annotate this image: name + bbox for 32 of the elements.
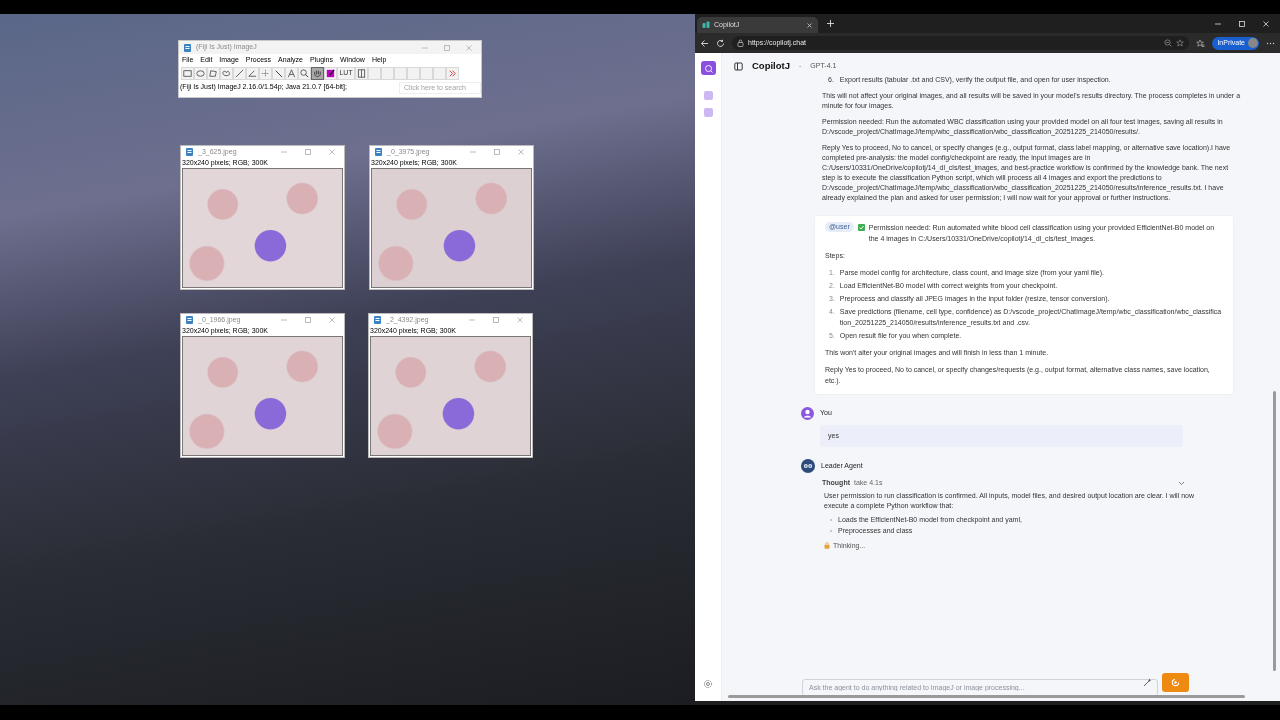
magnifier-icon[interactable] [299, 67, 310, 79]
stop-button[interactable] [1162, 673, 1189, 692]
panel-icon[interactable] [356, 67, 367, 79]
polygon-icon[interactable] [208, 67, 219, 79]
robot-avatar-icon [801, 459, 815, 473]
zoom-out-icon[interactable] [1164, 39, 1173, 47]
avatar-placeholder [1248, 38, 1258, 48]
line-icon[interactable] [234, 67, 245, 79]
app-name: CopilotJ [752, 58, 790, 73]
oval-icon[interactable] [195, 67, 206, 79]
scrollbar-thumb[interactable] [728, 695, 1245, 698]
settings-icon[interactable] [703, 679, 713, 689]
checkbox-icon [857, 224, 865, 231]
chevron-down-icon[interactable] [1178, 480, 1185, 486]
star-icon[interactable] [1176, 39, 1185, 47]
lock-icon [737, 39, 744, 47]
user-avatar-icon [801, 407, 814, 420]
close-icon[interactable] [806, 21, 813, 29]
rectangle-icon[interactable] [182, 67, 193, 79]
color-picker-icon[interactable] [325, 67, 336, 79]
refresh-icon[interactable] [716, 38, 725, 48]
spinner-icon [1171, 678, 1180, 687]
scrollbar-thumb[interactable] [1273, 391, 1276, 671]
app-logo-icon [702, 21, 710, 29]
new-chat-button[interactable] [700, 61, 716, 75]
magic-wand-icon[interactable] [1143, 678, 1152, 687]
favorites-icon[interactable] [1196, 38, 1206, 48]
plus-icon[interactable] [826, 19, 835, 28]
back-arrow-icon[interactable] [700, 38, 709, 48]
lock-icon [824, 542, 830, 550]
text-tool-icon[interactable] [286, 67, 297, 79]
sidebar-toggle-icon[interactable] [734, 61, 743, 71]
